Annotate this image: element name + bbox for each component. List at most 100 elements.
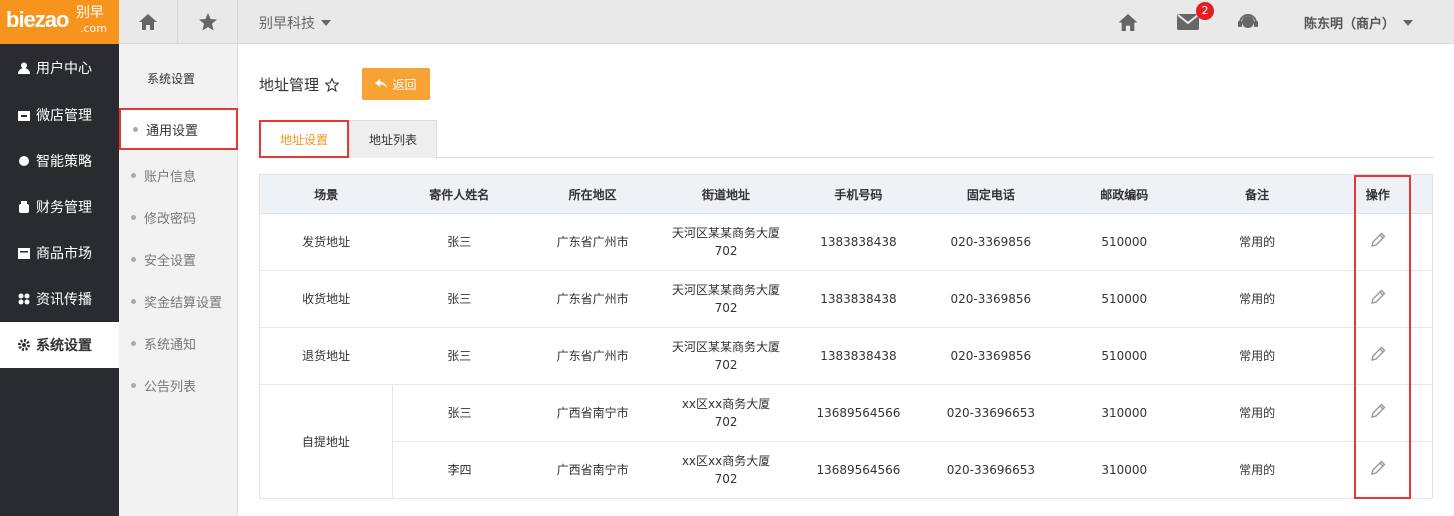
scene-cell: 退货地址 bbox=[259, 327, 393, 385]
column-header: 寄件人姓名 bbox=[392, 174, 527, 214]
region-cell: 广东省广州市 bbox=[526, 213, 660, 271]
bullet-icon bbox=[131, 172, 136, 178]
region-cell: 广东省广州市 bbox=[526, 327, 660, 385]
chevron-down-icon bbox=[321, 20, 331, 26]
sidebar-item-label: 微店管理 bbox=[36, 108, 92, 124]
edit-pencil-icon[interactable] bbox=[1369, 288, 1387, 306]
bullet-icon bbox=[133, 126, 138, 132]
sidebar-item-label: 资讯传播 bbox=[36, 292, 92, 308]
page-title-text: 地址管理 bbox=[259, 76, 320, 94]
sidebar-item-market[interactable]: 商品市场 bbox=[0, 230, 119, 276]
mobile-cell: 13689564566 bbox=[792, 441, 924, 499]
user-icon bbox=[18, 62, 30, 74]
subnav-item-label: 安全设置 bbox=[144, 253, 197, 269]
phone-cell: 020-3369856 bbox=[923, 213, 1058, 271]
column-header: 固定电话 bbox=[923, 174, 1058, 214]
sidebar-item-label: 商品市场 bbox=[36, 246, 92, 262]
address-table: 场景 寄件人姓名 所在地区 街道地址 手机号码 固定电话 邮政编码 备注 操作 … bbox=[259, 174, 1433, 499]
bullet-icon bbox=[131, 382, 136, 388]
region-cell: 广东省广州市 bbox=[526, 270, 660, 328]
name-cell: 张三 bbox=[392, 327, 527, 385]
region-cell: 广西省南宁市 bbox=[526, 384, 660, 442]
table-row: 收货地址 张三 广东省广州市 天河区某某商务大厦702 1383838438 0… bbox=[259, 270, 1433, 328]
sidebar-item-finance[interactable]: 财务管理 bbox=[0, 184, 119, 230]
main-sidebar: 用户中心 微店管理 智能策略 财务管理 商品市场 资讯传播 系统设置 bbox=[0, 44, 119, 516]
subnav-item-account[interactable]: 账户信息 bbox=[119, 154, 238, 196]
back-button[interactable]: 返回 bbox=[362, 68, 430, 100]
edit-pencil-icon[interactable] bbox=[1369, 402, 1387, 420]
subnav-item-label: 奖金结算设置 bbox=[144, 295, 223, 311]
logo-cn-text: 别早 bbox=[76, 5, 104, 21]
mobile-cell: 1383838438 bbox=[792, 327, 924, 385]
note-cell: 常用的 bbox=[1190, 327, 1324, 385]
favorites-button[interactable] bbox=[179, 0, 238, 44]
subnav-item-label: 通用设置 bbox=[146, 123, 199, 139]
subnav-item-security[interactable]: 安全设置 bbox=[119, 238, 238, 280]
subnav-item-password[interactable]: 修改密码 bbox=[119, 196, 238, 238]
sidebar-item-user-center[interactable]: 用户中心 bbox=[0, 44, 119, 92]
zip-cell: 510000 bbox=[1057, 213, 1191, 271]
sidebar-item-shop[interactable]: 微店管理 bbox=[0, 92, 119, 138]
star-outline-icon[interactable] bbox=[325, 77, 340, 92]
note-cell: 常用的 bbox=[1190, 384, 1324, 442]
column-header: 备注 bbox=[1190, 174, 1324, 214]
company-selector[interactable]: 别早科技 bbox=[259, 13, 331, 33]
phone-cell: 020-3369856 bbox=[923, 327, 1058, 385]
subnav-item-general[interactable]: 通用设置 bbox=[119, 108, 238, 150]
main-content: 地址管理 返回 地址设置 地址列表 场景 寄件人姓名 所在地区 街道地址 手机号… bbox=[239, 44, 1454, 516]
subnav-item-announcements[interactable]: 公告列表 bbox=[119, 364, 238, 406]
sidebar-item-strategy[interactable]: 智能策略 bbox=[0, 138, 119, 184]
name-cell: 李四 bbox=[392, 441, 527, 499]
table-header-row: 场景 寄件人姓名 所在地区 街道地址 手机号码 固定电话 邮政编码 备注 操作 bbox=[259, 174, 1433, 214]
sidebar-item-system-settings[interactable]: 系统设置 bbox=[0, 322, 119, 368]
zip-cell: 510000 bbox=[1057, 270, 1191, 328]
edit-pencil-icon[interactable] bbox=[1369, 345, 1387, 363]
support-button[interactable] bbox=[1235, 9, 1261, 35]
zip-cell: 310000 bbox=[1057, 384, 1191, 442]
home-button[interactable] bbox=[1115, 9, 1141, 35]
edit-pencil-icon[interactable] bbox=[1369, 459, 1387, 477]
edit-cell bbox=[1323, 441, 1433, 499]
phone-cell: 020-33696653 bbox=[923, 384, 1058, 442]
scene-cell: 收货地址 bbox=[259, 270, 393, 328]
settings-subnav: 系统设置 通用设置 账户信息 修改密码 安全设置 奖金结算设置 系统通知 公告列… bbox=[119, 44, 238, 516]
bullet-icon bbox=[131, 214, 136, 220]
subnav-item-label: 账户信息 bbox=[144, 169, 197, 185]
street-cell: 天河区某某商务大厦702 bbox=[659, 213, 793, 271]
column-header: 所在地区 bbox=[526, 174, 660, 214]
sidebar-item-news[interactable]: 资讯传播 bbox=[0, 276, 119, 322]
note-cell: 常用的 bbox=[1190, 270, 1324, 328]
headset-icon bbox=[1238, 14, 1258, 28]
bullet-icon bbox=[131, 256, 136, 262]
logo[interactable]: biezao 别早 .com bbox=[0, 0, 119, 44]
tab-address-settings[interactable]: 地址设置 bbox=[259, 120, 349, 158]
market-icon bbox=[18, 247, 30, 259]
tab-address-list[interactable]: 地址列表 bbox=[349, 120, 437, 158]
column-header: 手机号码 bbox=[792, 174, 924, 214]
table-row: 发货地址 张三 广东省广州市 天河区某某商务大厦702 1383838438 0… bbox=[259, 213, 1433, 271]
note-cell: 常用的 bbox=[1190, 213, 1324, 271]
sidebar-item-label: 用户中心 bbox=[36, 61, 92, 77]
subnav-item-label: 系统通知 bbox=[144, 337, 197, 353]
user-menu[interactable]: 陈东明（商户） bbox=[1304, 13, 1414, 32]
star-icon bbox=[199, 13, 217, 31]
column-header: 场景 bbox=[259, 174, 393, 214]
reply-icon bbox=[375, 79, 388, 88]
edit-cell bbox=[1323, 213, 1433, 271]
street-cell: 天河区某某商务大厦702 bbox=[659, 270, 793, 328]
column-header: 邮政编码 bbox=[1057, 174, 1191, 214]
gear-icon bbox=[18, 339, 30, 351]
sidebar-item-label: 财务管理 bbox=[36, 200, 92, 216]
edit-cell bbox=[1323, 327, 1433, 385]
subnav-item-notifications[interactable]: 系统通知 bbox=[119, 322, 238, 364]
unread-badge: 2 bbox=[1196, 2, 1214, 20]
page-title: 地址管理 bbox=[259, 74, 340, 95]
subnav-item-bonus[interactable]: 奖金结算设置 bbox=[119, 280, 238, 322]
mobile-cell: 13689564566 bbox=[792, 384, 924, 442]
bullet-icon bbox=[131, 298, 136, 304]
subnav-title: 系统设置 bbox=[147, 72, 196, 86]
logo-text: biezao bbox=[6, 7, 69, 32]
street-cell: 天河区某某商务大厦702 bbox=[659, 327, 793, 385]
home-shortcut-button[interactable] bbox=[119, 0, 178, 44]
edit-pencil-icon[interactable] bbox=[1369, 231, 1387, 249]
